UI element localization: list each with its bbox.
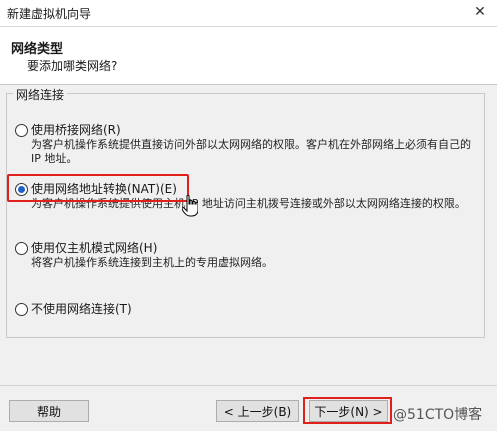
radio-bridged[interactable]	[15, 124, 28, 137]
option-bridged-label: 使用桥接网络(R)	[31, 123, 121, 137]
footer-divider	[0, 385, 497, 386]
nat-option-highlight	[7, 174, 189, 202]
close-icon[interactable]: ✕	[471, 2, 489, 22]
page-subtitle: 要添加哪类网络?	[27, 59, 118, 73]
radio-no-network[interactable]	[15, 303, 28, 316]
help-button[interactable]: 帮助	[9, 400, 89, 422]
radio-host-only[interactable]	[15, 242, 28, 255]
page-title: 网络类型	[11, 42, 64, 57]
back-button[interactable]: < 上一步(B)	[216, 400, 299, 422]
window-title: 新建虚拟机向导	[7, 7, 92, 21]
wizard-header: 网络类型 要添加哪类网络?	[0, 27, 497, 85]
title-bar: 新建虚拟机向导 ✕	[0, 0, 497, 27]
cursor-icon	[182, 195, 198, 217]
next-button-highlight	[303, 397, 392, 424]
network-connection-group: 网络连接 使用桥接网络(R) 为客户机操作系统提供直接访问外部以太网网络的权限。…	[6, 86, 485, 338]
option-host-only-desc: 将客户机操作系统连接到主机上的专用虚拟网络。	[31, 256, 273, 269]
watermark: @51CTO博客	[393, 407, 483, 423]
option-host-only-label: 使用仅主机模式网络(H)	[31, 241, 158, 255]
option-no-network-label: 不使用网络连接(T)	[31, 302, 132, 316]
group-label: 网络连接	[13, 86, 68, 103]
option-bridged-desc: 为客户机操作系统提供直接访问外部以太网网络的权限。客户机在外部网络上必须有自己的…	[31, 138, 471, 165]
